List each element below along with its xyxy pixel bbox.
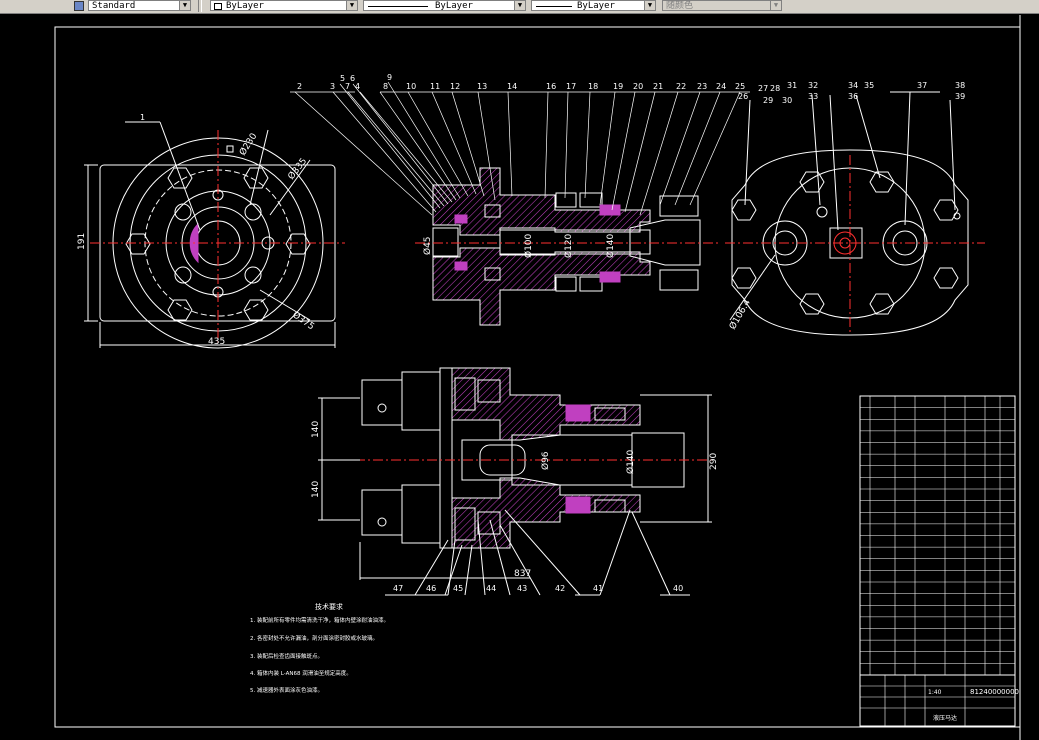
leader-label: 7 [345, 82, 350, 91]
dim-h140a: 140 [311, 421, 321, 438]
note-line: 1. 装配前所有零件均需清洗干净，箱体内壁涂耐油油漆。 [250, 616, 389, 624]
drawing-number: 81240000000 [970, 688, 1019, 696]
notes-title: 技术要求 [315, 602, 343, 611]
dim-d230: Ø230 [237, 131, 259, 158]
drawing-name: 液压马达 [933, 714, 957, 722]
dim-837: 837 [514, 569, 531, 579]
note-line: 4. 箱体内装 L-AN68 润滑油至规定高度。 [250, 669, 352, 677]
leader-label: 4 [355, 82, 360, 91]
end-view-left [84, 121, 345, 349]
dim-d106: Ø106.4 [727, 297, 753, 331]
section-view-bottom [318, 367, 715, 596]
leader-label: 23 [697, 82, 707, 91]
leader-label: 40 [673, 584, 683, 593]
leader-label: 2 [297, 82, 302, 91]
leader-label: 42 [555, 584, 565, 593]
leader-label: 19 [613, 82, 623, 91]
dim-191: 191 [77, 233, 87, 250]
leader-label: 24 [716, 82, 726, 91]
dim-435: 435 [208, 337, 225, 347]
leader-label: 46 [426, 584, 436, 593]
dim-d100: Ø100 [523, 233, 534, 258]
leader-label: 6 [350, 74, 355, 83]
leader-label: 35 [864, 81, 874, 90]
leader-label: 29 [763, 96, 773, 105]
leader-labels-top: 2 3 4 5 6 7 8 9 10 11 12 13 14 16 17 18 … [297, 73, 965, 105]
leader-label: 10 [406, 82, 416, 91]
dim-d140-top: Ø140 [605, 233, 616, 258]
leader-label: 14 [507, 82, 517, 91]
dim-d140-bottom: Ø140 [625, 449, 636, 474]
dim-d45: Ø45 [422, 236, 433, 255]
leader-label: 43 [517, 584, 527, 593]
leader-label: 28 [770, 84, 780, 93]
leader-label: 44 [486, 584, 496, 593]
leader-label: 32 [808, 81, 818, 90]
section-view-top [290, 81, 750, 326]
leader-label: 34 [848, 81, 858, 90]
note-line: 5. 减速器外表面涂灰色油漆。 [250, 686, 323, 694]
leader-label: 17 [566, 82, 576, 91]
parts-list [859, 395, 1016, 727]
leader-label: 37 [917, 81, 927, 90]
leader-label: 22 [676, 82, 686, 91]
leader-label: 11 [430, 82, 440, 91]
leader-label: 1 [140, 113, 145, 122]
note-line: 2. 各密封处不允许漏油，剖分面涂密封胶或水玻璃。 [250, 634, 378, 642]
end-view-right [725, 91, 985, 336]
leader-label: 38 [955, 81, 965, 90]
leader-label: 12 [450, 82, 460, 91]
leader-label: 13 [477, 82, 487, 91]
note-line: 3. 装配后检查齿面接触斑点。 [250, 652, 323, 660]
leader-label: 9 [387, 73, 392, 82]
leader-label: 41 [593, 584, 603, 593]
leader-label: 39 [955, 92, 965, 101]
drawing-canvas[interactable]: 1 435 191 Ø230 Ø335 Ø375 2 3 4 5 6 7 8 9… [0, 0, 1039, 740]
dim-h140b: 140 [311, 481, 321, 498]
drawing-border [54, 26, 1021, 728]
leader-label: 45 [453, 584, 463, 593]
leader-label: 47 [393, 584, 403, 593]
leader-label: 18 [588, 82, 598, 91]
leader-label: 26 [738, 92, 748, 101]
dim-d120: Ø120 [563, 233, 574, 258]
drawing-scale: 1:40 [928, 689, 942, 696]
leader-label: 3 [330, 82, 335, 91]
leader-label: 8 [383, 82, 388, 91]
leader-label: 31 [787, 81, 797, 90]
leader-label: 27 [758, 84, 768, 93]
leader-label: 30 [782, 96, 792, 105]
dim-h290: 290 [709, 453, 719, 470]
leader-label: 16 [546, 82, 556, 91]
technical-notes: 技术要求 1. 装配前所有零件均需清洗干净，箱体内壁涂耐油油漆。 2. 各密封处… [250, 602, 389, 694]
leader-label: 25 [735, 82, 745, 91]
leader-label: 33 [808, 92, 818, 101]
dim-d375: Ø375 [290, 309, 316, 332]
leader-label: 21 [653, 82, 663, 91]
leader-label: 20 [633, 82, 643, 91]
dim-d96: Ø96 [540, 451, 551, 470]
